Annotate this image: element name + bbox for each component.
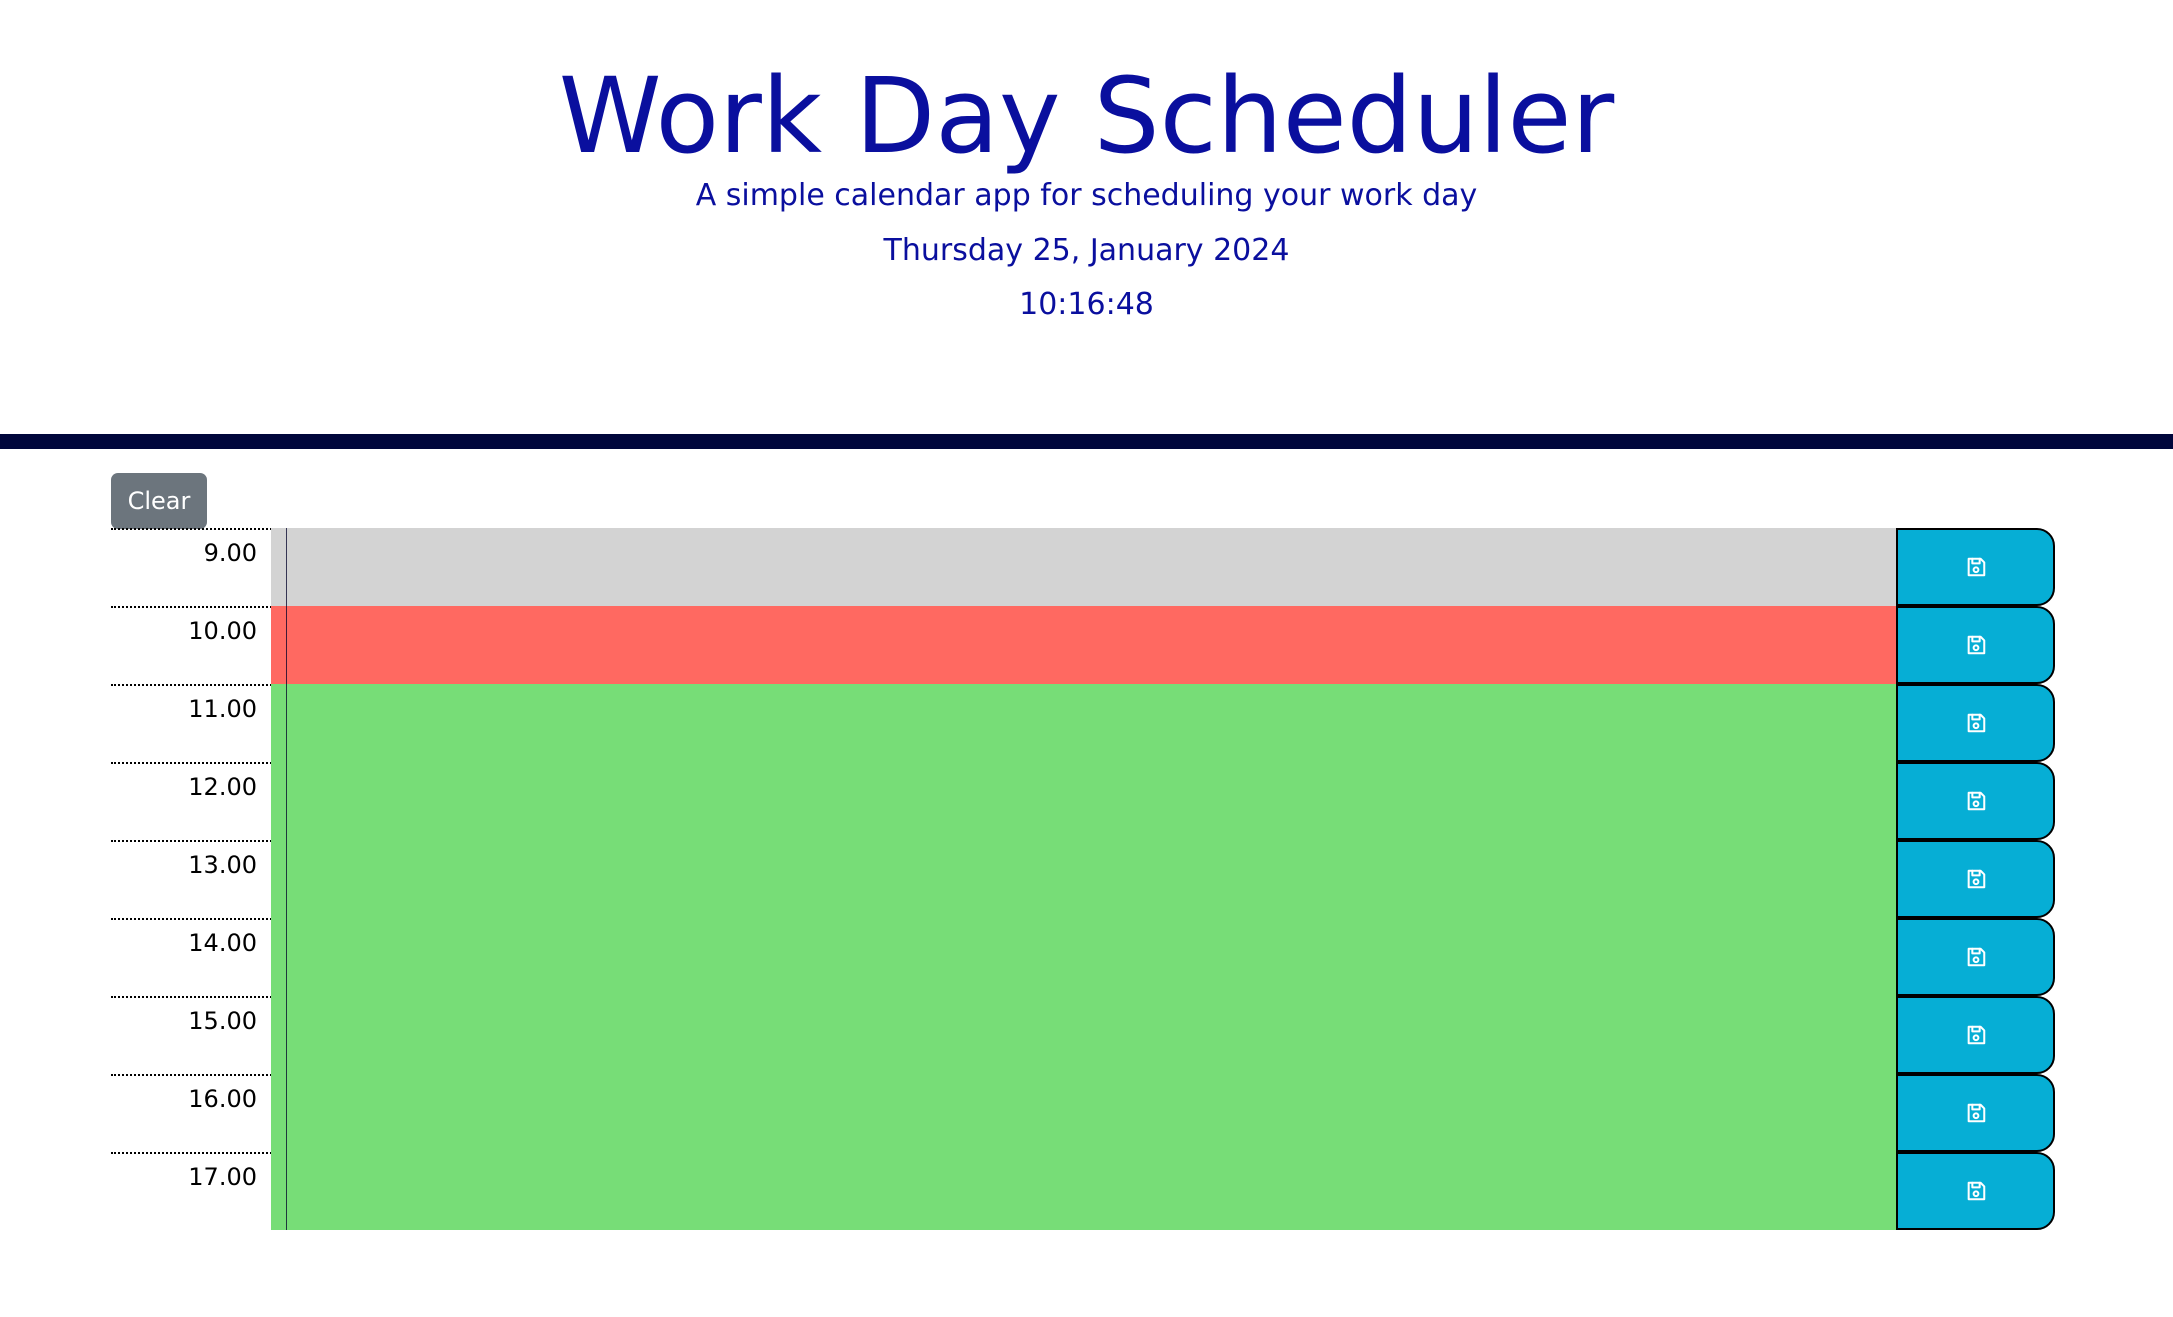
save-button[interactable] [1896,918,2055,996]
floppy-disk-icon [1965,1180,1987,1202]
floppy-disk-icon [1965,1102,1987,1124]
hour-label: 14.00 [111,918,272,996]
hour-label: 13.00 [111,840,272,918]
event-textarea[interactable] [271,684,1897,762]
time-blocks: 9.00 10.00 11.00 12.00 13.00 14.00 15.00 16.00 1… [111,528,2055,1230]
hour-label: 16.00 [111,1074,272,1152]
floppy-disk-icon [1965,1024,1987,1046]
time-block-row: 13.00 [111,840,2055,918]
time-block-row: 16.00 [111,1074,2055,1152]
event-textarea[interactable] [271,528,1897,606]
event-textarea[interactable] [271,606,1897,684]
clear-button[interactable]: Clear [111,473,207,529]
event-textarea[interactable] [271,996,1897,1074]
time-block-row: 17.00 [111,1152,2055,1230]
floppy-disk-icon [1965,712,1987,734]
save-button[interactable] [1896,762,2055,840]
current-date: Thursday 25, January 2024 [883,233,1290,268]
page-title: Work Day Scheduler [558,55,1615,177]
time-block-row: 10.00 [111,606,2055,684]
scheduler-page: Work Day Scheduler A simple calendar app… [0,0,2173,1317]
time-block-row: 15.00 [111,996,2055,1074]
floppy-disk-icon [1965,946,1987,968]
time-block-row: 11.00 [111,684,2055,762]
floppy-disk-icon [1965,868,1987,890]
hour-label: 15.00 [111,996,272,1074]
time-block-row: 9.00 [111,528,2055,606]
save-button[interactable] [1896,840,2055,918]
floppy-disk-icon [1965,556,1987,578]
time-block-row: 14.00 [111,918,2055,996]
save-button[interactable] [1896,1152,2055,1230]
event-textarea[interactable] [271,762,1897,840]
hour-label: 10.00 [111,606,272,684]
event-textarea[interactable] [271,1152,1897,1230]
save-button[interactable] [1896,528,2055,606]
floppy-disk-icon [1965,634,1987,656]
current-time: 10:16:48 [1019,287,1154,322]
hour-label: 17.00 [111,1152,272,1230]
floppy-disk-icon [1965,790,1987,812]
event-textarea[interactable] [271,918,1897,996]
save-button[interactable] [1896,606,2055,684]
save-button[interactable] [1896,996,2055,1074]
save-button[interactable] [1896,684,2055,762]
hour-label: 11.00 [111,684,272,762]
hour-label: 12.00 [111,762,272,840]
header: Work Day Scheduler A simple calendar app… [0,0,2173,434]
header-divider [0,434,2173,449]
time-block-row: 12.00 [111,762,2055,840]
event-textarea[interactable] [271,1074,1897,1152]
hour-label: 9.00 [111,528,272,606]
save-button[interactable] [1896,1074,2055,1152]
page-subtitle: A simple calendar app for scheduling you… [695,178,1478,213]
event-textarea[interactable] [271,840,1897,918]
